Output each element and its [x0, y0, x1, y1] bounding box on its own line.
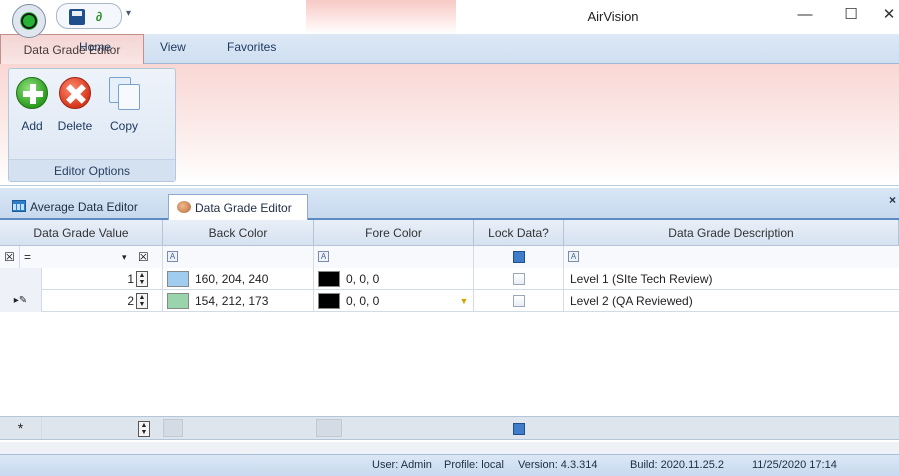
- column-header-back-color[interactable]: Back Color: [163, 220, 314, 246]
- add-button[interactable]: Add: [12, 77, 52, 133]
- fore-color-swatch: [318, 293, 340, 309]
- column-header-description[interactable]: Data Grade Description: [564, 220, 899, 246]
- save-icon[interactable]: [69, 9, 85, 25]
- filter-text-icon: A: [568, 251, 579, 262]
- lock-data-cell[interactable]: [474, 290, 564, 312]
- contextual-tab-highlight: [306, 0, 456, 34]
- new-row-fore-swatch: [316, 419, 342, 437]
- group-caption: Editor Options: [9, 159, 175, 181]
- data-grade-value: 1: [127, 272, 134, 286]
- people-icon: [177, 201, 191, 213]
- grid-icon: [12, 200, 26, 212]
- add-icon: [16, 77, 48, 109]
- editor-options-group: Add Delete Copy Editor Options: [8, 68, 176, 182]
- maximize-button[interactable]: ☐: [833, 2, 869, 28]
- filter-checkbox[interactable]: [512, 251, 525, 263]
- data-grade-grid: Data Grade Value Back Color Fore Color L…: [0, 220, 899, 454]
- new-row[interactable]: * ▲ ▼: [0, 416, 899, 440]
- data-grade-value-cell[interactable]: 2 ▲ ▼: [42, 290, 163, 312]
- back-color-cell[interactable]: 154, 212, 173: [163, 290, 314, 312]
- filter-dropdown-icon[interactable]: ▾: [122, 246, 127, 268]
- close-button[interactable]: ✕: [871, 2, 899, 28]
- column-header-lock-data[interactable]: Lock Data?: [474, 220, 564, 246]
- status-bar: User: Admin Profile: local Version: 4.3.…: [0, 454, 899, 476]
- panel-close-icon[interactable]: ×: [889, 193, 896, 207]
- delete-button[interactable]: Delete: [55, 77, 95, 133]
- data-grade-value-cell[interactable]: 1 ▲ ▼: [42, 268, 163, 290]
- row-edit-indicator-icon[interactable]: ▸✎: [0, 290, 42, 312]
- tab-favorites[interactable]: Favorites: [227, 40, 276, 54]
- lock-data-checkbox[interactable]: [512, 295, 525, 307]
- value-spinner[interactable]: ▲ ▼: [136, 271, 148, 287]
- fore-color-swatch: [318, 271, 340, 287]
- table-row[interactable]: 1 ▲ ▼ 160, 204, 240 0, 0, 0 Level 1 (SIte…: [0, 268, 899, 290]
- data-grade-value: 2: [127, 294, 134, 308]
- column-header-data-grade-value[interactable]: Data Grade Value: [0, 220, 163, 246]
- minimize-button[interactable]: —: [787, 2, 823, 28]
- row-indicator[interactable]: [0, 268, 42, 290]
- fore-color-cell[interactable]: 0, 0, 0: [314, 268, 474, 290]
- doc-tab-average-data-editor[interactable]: Average Data Editor: [4, 194, 164, 220]
- back-color-swatch: [167, 293, 189, 309]
- value-spinner[interactable]: ▲ ▼: [136, 293, 148, 309]
- doc-tab-data-grade-editor[interactable]: Data Grade Editor: [168, 194, 308, 220]
- grid-empty-area: [0, 334, 899, 414]
- lock-data-cell[interactable]: [474, 268, 564, 290]
- app-logo-icon: [21, 13, 37, 29]
- delete-button-label: Delete: [57, 119, 93, 133]
- filter-fore-color-cell[interactable]: A: [314, 246, 474, 268]
- table-row[interactable]: ▸✎ 2 ▲ ▼ 154, 212, 173 0, 0, 0 ▼ Level 2 …: [0, 290, 899, 312]
- back-color-swatch: [167, 271, 189, 287]
- quick-access-toolbar: ∂: [56, 3, 122, 29]
- filter-row-indicator-icon[interactable]: ☒: [0, 246, 20, 268]
- filter-value-cell[interactable]: = ▾ ☒: [20, 246, 163, 268]
- lock-data-checkbox[interactable]: [512, 273, 525, 285]
- filter-description-cell[interactable]: A: [564, 246, 899, 268]
- fore-color-dropdown-icon[interactable]: ▼: [456, 292, 472, 310]
- back-color-cell[interactable]: 160, 204, 240: [163, 268, 314, 290]
- fore-color-cell[interactable]: 0, 0, 0 ▼: [314, 290, 474, 312]
- filter-lock-cell[interactable]: [474, 246, 564, 268]
- filter-text-icon: A: [167, 251, 178, 262]
- copy-button-label: Copy: [109, 119, 138, 133]
- document-tab-strip: Average Data Editor Data Grade Editor ×: [0, 188, 899, 220]
- fore-color-value: 0, 0, 0: [346, 294, 380, 308]
- description-cell[interactable]: Level 1 (SIte Tech Review): [564, 268, 899, 290]
- tab-view[interactable]: View: [160, 40, 186, 54]
- filter-row: ☒ = ▾ ☒ A A A: [0, 246, 899, 268]
- filter-text-icon: A: [318, 251, 329, 262]
- quick-access-dropdown-icon[interactable]: ▾: [126, 8, 131, 19]
- new-row-back-swatch: [163, 419, 183, 437]
- fore-color-value: 0, 0, 0: [346, 272, 380, 286]
- ribbon-panel: Add Delete Copy Editor Options: [0, 64, 899, 186]
- tab-home[interactable]: Home: [79, 40, 111, 54]
- back-color-value: 160, 204, 240: [195, 272, 269, 286]
- doc-tab-label: Average Data Editor: [30, 200, 138, 214]
- copy-icon: [109, 77, 140, 110]
- status-build: Build: 2020.11.25.2: [630, 459, 724, 471]
- status-user: User: Admin: [372, 459, 432, 471]
- description-cell[interactable]: Level 2 (QA Reviewed): [564, 290, 899, 312]
- new-row-lock-checkbox[interactable]: [513, 423, 525, 435]
- filter-back-color-cell[interactable]: A: [163, 246, 314, 268]
- filter-operator[interactable]: =: [24, 246, 31, 268]
- ribbon-tab-bar: Home View Favorites Data Grade Editor: [0, 34, 899, 64]
- application-menu-button[interactable]: [12, 4, 46, 38]
- delete-icon: [59, 77, 91, 109]
- new-row-indicator-icon: *: [0, 417, 42, 439]
- status-version: Version: 4.3.314: [518, 459, 598, 471]
- copy-button[interactable]: Copy: [104, 77, 144, 133]
- column-header-fore-color[interactable]: Fore Color: [314, 220, 474, 246]
- new-row-spinner[interactable]: ▲ ▼: [138, 421, 150, 437]
- filter-clear-icon[interactable]: ☒: [138, 246, 149, 268]
- back-color-value: 154, 212, 173: [195, 294, 269, 308]
- status-profile: Profile: local: [444, 459, 504, 471]
- help-icon[interactable]: ∂: [91, 9, 107, 25]
- add-button-label: Add: [21, 119, 43, 133]
- doc-tab-label: Data Grade Editor: [195, 201, 292, 215]
- title-bar: ∂ ▾ AirVision — ☐ ✕: [0, 0, 899, 38]
- grid-horizontal-scrollbar[interactable]: [0, 442, 899, 454]
- tab-data-grade-editor[interactable]: Data Grade Editor: [0, 34, 144, 64]
- status-datetime: 11/25/2020 17:14: [752, 459, 837, 471]
